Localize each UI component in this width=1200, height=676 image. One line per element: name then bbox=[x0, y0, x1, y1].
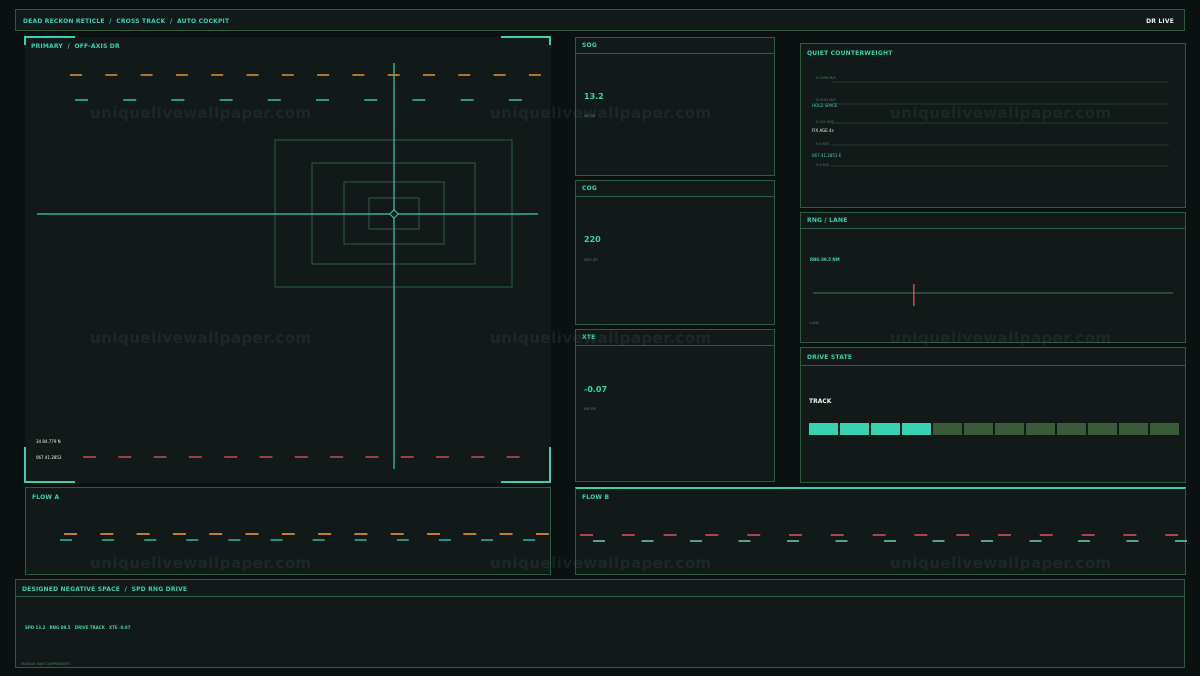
flow-a-panel: FLOW A bbox=[25, 487, 551, 575]
drive-segment bbox=[1150, 423, 1179, 435]
reticle-canvas[interactable] bbox=[24, 36, 551, 483]
cog-unit: DEG DR bbox=[584, 258, 598, 262]
cw-row-5: 0.0 M/S bbox=[816, 163, 830, 167]
crosshair-center-diamond bbox=[389, 209, 399, 219]
cog-label: COG bbox=[582, 185, 598, 192]
drive-segment bbox=[1119, 423, 1148, 435]
drive-segment bbox=[840, 423, 869, 435]
position-lat: 34 84.779 N bbox=[36, 439, 61, 444]
breadcrumb-auto-cockpit[interactable]: AUTO COCKPIT bbox=[177, 18, 229, 25]
flow-b-panel: FLOW B bbox=[575, 487, 1187, 575]
flow-b-canvas bbox=[580, 534, 1187, 542]
footer-title: DESIGNED NEGATIVE SPACE / SPD RNG DRIVE bbox=[22, 586, 188, 593]
breadcrumb: DEAD RECKON RETICLE / CROSS TRACK / AUTO… bbox=[23, 18, 230, 25]
cw-row-4: 0.0 M/S bbox=[816, 142, 830, 146]
position-lon: 067 41.2853 bbox=[36, 455, 62, 460]
corner-brackets bbox=[24, 36, 551, 483]
footer-sublabel: SPD RNG DRIVE bbox=[131, 586, 188, 593]
footer-drive: DRIVE TRACK bbox=[74, 625, 105, 630]
xte-label: XTE bbox=[582, 334, 596, 341]
cw-label-position: 067 41.2853 E bbox=[812, 153, 842, 158]
bracket-top-right bbox=[501, 36, 551, 45]
drive-segment bbox=[809, 423, 838, 435]
cog-panel: COG 220 DEG DR bbox=[575, 180, 775, 325]
footer-xte: XTE -0.07 bbox=[109, 625, 131, 630]
flow-a-canvas bbox=[60, 533, 549, 541]
cog-value: 220 bbox=[584, 235, 601, 244]
drive-segment bbox=[933, 423, 962, 435]
drive-segment bbox=[1088, 423, 1117, 435]
drive-segment bbox=[995, 423, 1024, 435]
xte-panel: XTE -0.07 NM DR bbox=[575, 329, 775, 482]
bracket-bottom-right bbox=[501, 447, 551, 483]
footer-rng: RNG 89.5 bbox=[49, 625, 71, 630]
cw-row-3: 0.021 M/S bbox=[816, 120, 834, 124]
cw-row-1: 0.0098 M/S bbox=[816, 76, 836, 80]
cw-row-2: 0.0142 M/S bbox=[816, 98, 836, 102]
drive-segment bbox=[1057, 423, 1086, 435]
drive-panel: DRIVE STATE TRACK bbox=[800, 347, 1186, 483]
drive-segment-bar bbox=[809, 423, 1179, 435]
sog-value: 13.2 bbox=[584, 92, 604, 101]
footer-panel: DESIGNED NEGATIVE SPACE / SPD RNG DRIVE … bbox=[15, 579, 1185, 668]
footer-label: DESIGNED NEGATIVE SPACE bbox=[22, 586, 121, 593]
rng-foot: LANE bbox=[810, 321, 820, 325]
lane-track[interactable] bbox=[801, 213, 1187, 344]
footer-foot: MANUAL NAV COMPONENTS bbox=[21, 662, 71, 666]
footer-summary: SPD 13.2 RNG 89.5 DRIVE TRACK XTE -0.07 bbox=[25, 625, 130, 630]
drive-title: DRIVE STATE bbox=[807, 354, 853, 361]
bracket-top-left bbox=[24, 36, 75, 45]
counterweight-grid bbox=[831, 81, 1169, 167]
drive-segment bbox=[964, 423, 993, 435]
breadcrumb-cross-track[interactable]: CROSS TRACK bbox=[116, 18, 165, 25]
rng-panel: RNG / LANE RNG 89.5 NM LANE bbox=[800, 212, 1186, 343]
footer-spd: SPD 13.2 bbox=[25, 625, 46, 630]
header-bar: DEAD RECKON RETICLE / CROSS TRACK / AUTO… bbox=[15, 9, 1185, 31]
app-title: DEAD RECKON RETICLE bbox=[23, 18, 105, 25]
drive-segment bbox=[871, 423, 900, 435]
sog-label: SOG bbox=[582, 42, 597, 49]
xte-unit: NM DR bbox=[584, 407, 596, 411]
counterweight-panel: QUIET COUNTERWEIGHT 0.0098 M/S 0.0142 M/… bbox=[800, 43, 1186, 208]
sog-unit: KN DR bbox=[584, 114, 596, 118]
cw-label-fix-age: FIX AGE 4s bbox=[812, 128, 834, 133]
cw-label-hold-space: HOLD SPACE bbox=[812, 103, 838, 108]
bracket-bottom-left bbox=[24, 447, 75, 483]
primary-panel: PRIMARY / OFF-AXIS DR 34 84.779 N 067 41… bbox=[24, 36, 551, 483]
drive-segment bbox=[1026, 423, 1055, 435]
status-badge: DR LIVE bbox=[1146, 18, 1174, 25]
drive-segment bbox=[902, 423, 931, 435]
xte-value: -0.07 bbox=[584, 385, 608, 394]
sog-panel: SOG 13.2 KN DR bbox=[575, 37, 775, 176]
drive-state: TRACK bbox=[809, 398, 832, 405]
